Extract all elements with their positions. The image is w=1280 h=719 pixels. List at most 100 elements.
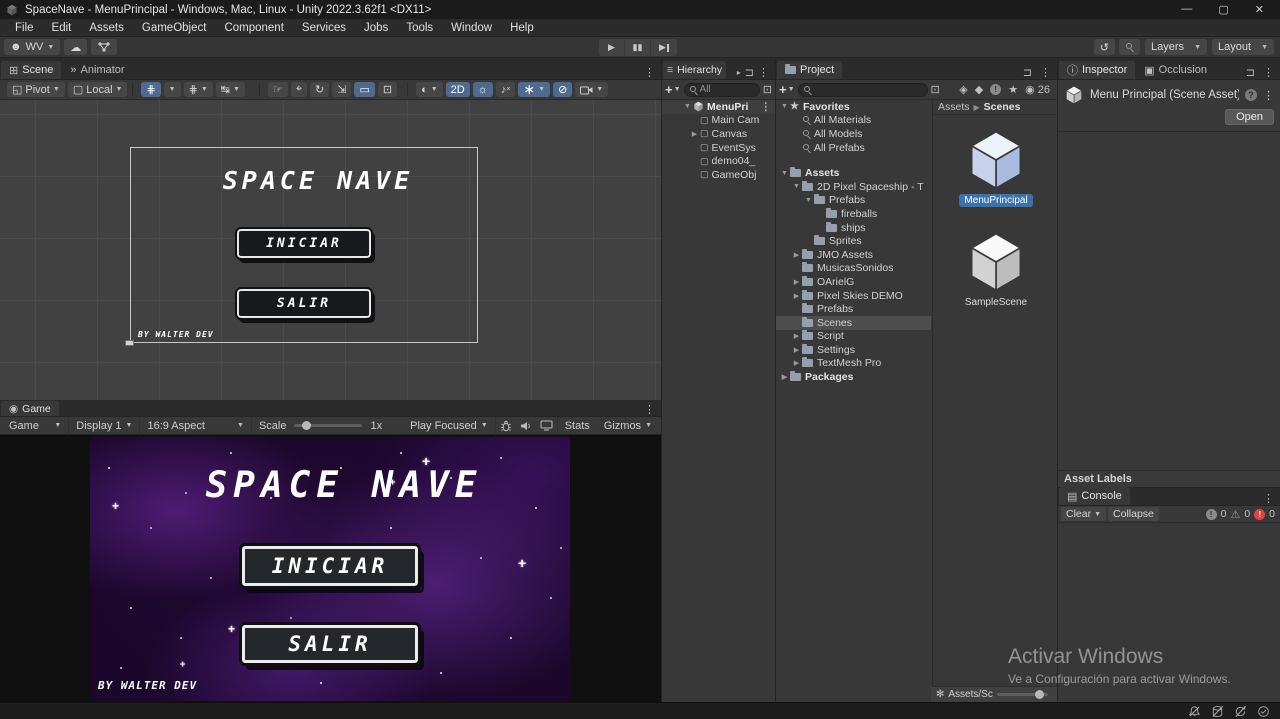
maximize-button[interactable]: ▢: [1218, 3, 1228, 16]
alert-filter-icon[interactable]: !: [990, 84, 1002, 95]
hierarchy-item[interactable]: ▢ demo04_: [662, 154, 775, 168]
panel-menu-icon[interactable]: ⋮: [758, 66, 769, 79]
project-tree-item[interactable]: All Prefabs: [776, 141, 931, 155]
project-search-input[interactable]: [813, 84, 923, 95]
create-object-button[interactable]: + ▼: [665, 82, 681, 97]
play-focused-dropdown[interactable]: Play Focused ▼: [403, 416, 496, 435]
open-search-window-icon[interactable]: ⊡: [931, 83, 940, 96]
inspector-menu-icon[interactable]: ⋮: [1263, 89, 1274, 102]
tab-console[interactable]: ▤ Console: [1059, 487, 1130, 505]
step-button[interactable]: ▶: [651, 39, 677, 56]
hierarchy-item[interactable]: ▢ Main Cam: [662, 114, 775, 128]
dock-icon[interactable]: ⊐: [1246, 66, 1255, 79]
hand-tool[interactable]: ☞: [267, 82, 288, 97]
project-tree-item[interactable]: ▶ Pixel Skies DEMO: [776, 289, 931, 303]
aspect-dropdown[interactable]: 16:9 Aspect ▼: [140, 416, 252, 435]
stats-button[interactable]: Stats: [558, 417, 597, 435]
label-filter-icon[interactable]: ◆: [975, 83, 983, 96]
lighting-toggle[interactable]: ☼: [472, 82, 493, 97]
warning-count-icon[interactable]: ⚠: [1230, 508, 1240, 521]
search-button[interactable]: [1119, 39, 1140, 55]
collapsed-arrow-icon[interactable]: ▶: [791, 292, 802, 300]
effects-dropdown[interactable]: ∗ ▼: [518, 81, 551, 97]
collapsed-arrow-icon[interactable]: ▶: [791, 359, 802, 367]
tab-hierarchy[interactable]: ≡ Hierarchy: [663, 61, 727, 79]
project-tree-item-selected[interactable]: Scenes: [776, 315, 931, 330]
panel-menu-icon[interactable]: ⋮: [644, 403, 655, 416]
status-ok-icon[interactable]: [1257, 705, 1270, 718]
project-tree-item[interactable]: ▶ Script: [776, 330, 931, 344]
menu-services[interactable]: Services: [293, 22, 355, 34]
collab-button[interactable]: [91, 39, 118, 55]
collapsed-arrow-icon[interactable]: ▶: [791, 251, 802, 259]
favorites-filter-icon[interactable]: ★: [1008, 83, 1018, 96]
grid-snap-options[interactable]: ▼: [163, 82, 181, 97]
hierarchy-item[interactable]: ▢ GameObj: [662, 168, 775, 182]
panel-menu-icon[interactable]: ⋮: [644, 66, 655, 79]
open-in-window-icon[interactable]: ⊡: [763, 83, 772, 96]
expanded-arrow-icon[interactable]: ▼: [791, 183, 802, 190]
project-tree-item[interactable]: ▼ ★ Favorites: [776, 100, 931, 114]
dock-icon[interactable]: ⊐: [745, 66, 754, 79]
undo-history-button[interactable]: ↺: [1093, 39, 1115, 55]
display-target-dropdown[interactable]: Game ▼: [2, 416, 70, 435]
menu-jobs[interactable]: Jobs: [355, 22, 397, 34]
panel-menu-icon[interactable]: ⋮: [1263, 66, 1274, 79]
tab-inspector[interactable]: ⓘ Inspector: [1059, 61, 1136, 79]
expanded-arrow-icon[interactable]: ▼: [779, 170, 790, 177]
hierarchy-search-input[interactable]: [699, 84, 755, 95]
notifications-muted-icon[interactable]: [1188, 705, 1201, 718]
menu-assets[interactable]: Assets: [80, 22, 133, 34]
menu-help[interactable]: Help: [501, 22, 543, 34]
collapsed-arrow-icon[interactable]: ▶: [791, 346, 802, 354]
project-tree-item[interactable]: ▶ TextMesh Pro: [776, 357, 931, 371]
game-viewport[interactable]: + + + + + + SPACE NAVE INICIAR SALIR BY …: [0, 435, 661, 702]
vsync-button[interactable]: [536, 416, 558, 435]
thumbnail-size-slider[interactable]: [996, 690, 1048, 699]
tab-project[interactable]: Project: [777, 61, 843, 79]
collapsed-arrow-icon[interactable]: ▶: [791, 278, 802, 286]
open-scene-button[interactable]: Open: [1225, 109, 1274, 125]
expand-arrow-icon[interactable]: ▼: [682, 103, 693, 110]
menu-edit[interactable]: Edit: [43, 22, 81, 34]
tab-scene[interactable]: ⊞ Scene: [1, 61, 62, 79]
collapsed-arrow-icon[interactable]: ▶: [689, 130, 700, 138]
layout-dropdown[interactable]: Layout ▼: [1212, 39, 1274, 55]
menu-window[interactable]: Window: [442, 22, 501, 34]
rect-tool[interactable]: ▭: [354, 82, 375, 97]
mute-audio-button[interactable]: [516, 417, 536, 435]
expanded-arrow-icon[interactable]: ▼: [803, 197, 814, 204]
minimize-button[interactable]: —: [1181, 3, 1192, 16]
pause-button[interactable]: ▮▮: [625, 39, 651, 56]
panel-menu-icon[interactable]: ⋮: [1040, 66, 1051, 79]
local-dropdown[interactable]: ▢ Local ▼: [67, 82, 128, 97]
hierarchy-item[interactable]: ▶ ▢ Canvas: [662, 127, 775, 141]
dock-icon[interactable]: ⊐: [1023, 66, 1032, 79]
project-tree-item[interactable]: Sprites: [776, 234, 931, 248]
project-tree-item[interactable]: ▶ Settings: [776, 343, 931, 357]
project-tree-item[interactable]: ▶ JMO Assets: [776, 248, 931, 262]
project-tree-item[interactable]: All Models: [776, 127, 931, 141]
close-button[interactable]: ✕: [1255, 3, 1264, 16]
move-tool[interactable]: ⌖: [290, 82, 307, 97]
menu-component[interactable]: Component: [215, 22, 292, 34]
clear-button[interactable]: Clear ▼: [1061, 507, 1107, 521]
collapse-button[interactable]: Collapse: [1108, 507, 1159, 521]
hierarchy-search[interactable]: [683, 82, 760, 97]
project-tree-item[interactable]: Prefabs: [776, 302, 931, 316]
package-filter-icon[interactable]: ◈: [959, 83, 967, 96]
audio-toggle[interactable]: ♪ ×: [495, 82, 516, 97]
scale-slider[interactable]: [294, 421, 363, 430]
create-asset-button[interactable]: + ▼: [779, 82, 795, 97]
auto-refresh-disabled-icon[interactable]: [1234, 705, 1247, 718]
pin-icon[interactable]: ▸: [737, 68, 741, 77]
menu-gameobject[interactable]: GameObject: [133, 22, 216, 34]
project-tree-item[interactable]: All Materials: [776, 114, 931, 128]
error-count-icon[interactable]: !: [1254, 508, 1266, 520]
scene-viewport[interactable]: SPACE NAVE INICIAR SALIR BY WALTER DEV: [0, 100, 661, 400]
project-tree-item[interactable]: fireballs: [776, 207, 931, 221]
info-count-icon[interactable]: !: [1205, 508, 1217, 520]
display-dropdown[interactable]: Display 1 ▼: [69, 416, 141, 435]
2d-toggle[interactable]: 2D: [445, 82, 470, 97]
tab-animator[interactable]: » Animator: [62, 61, 132, 79]
